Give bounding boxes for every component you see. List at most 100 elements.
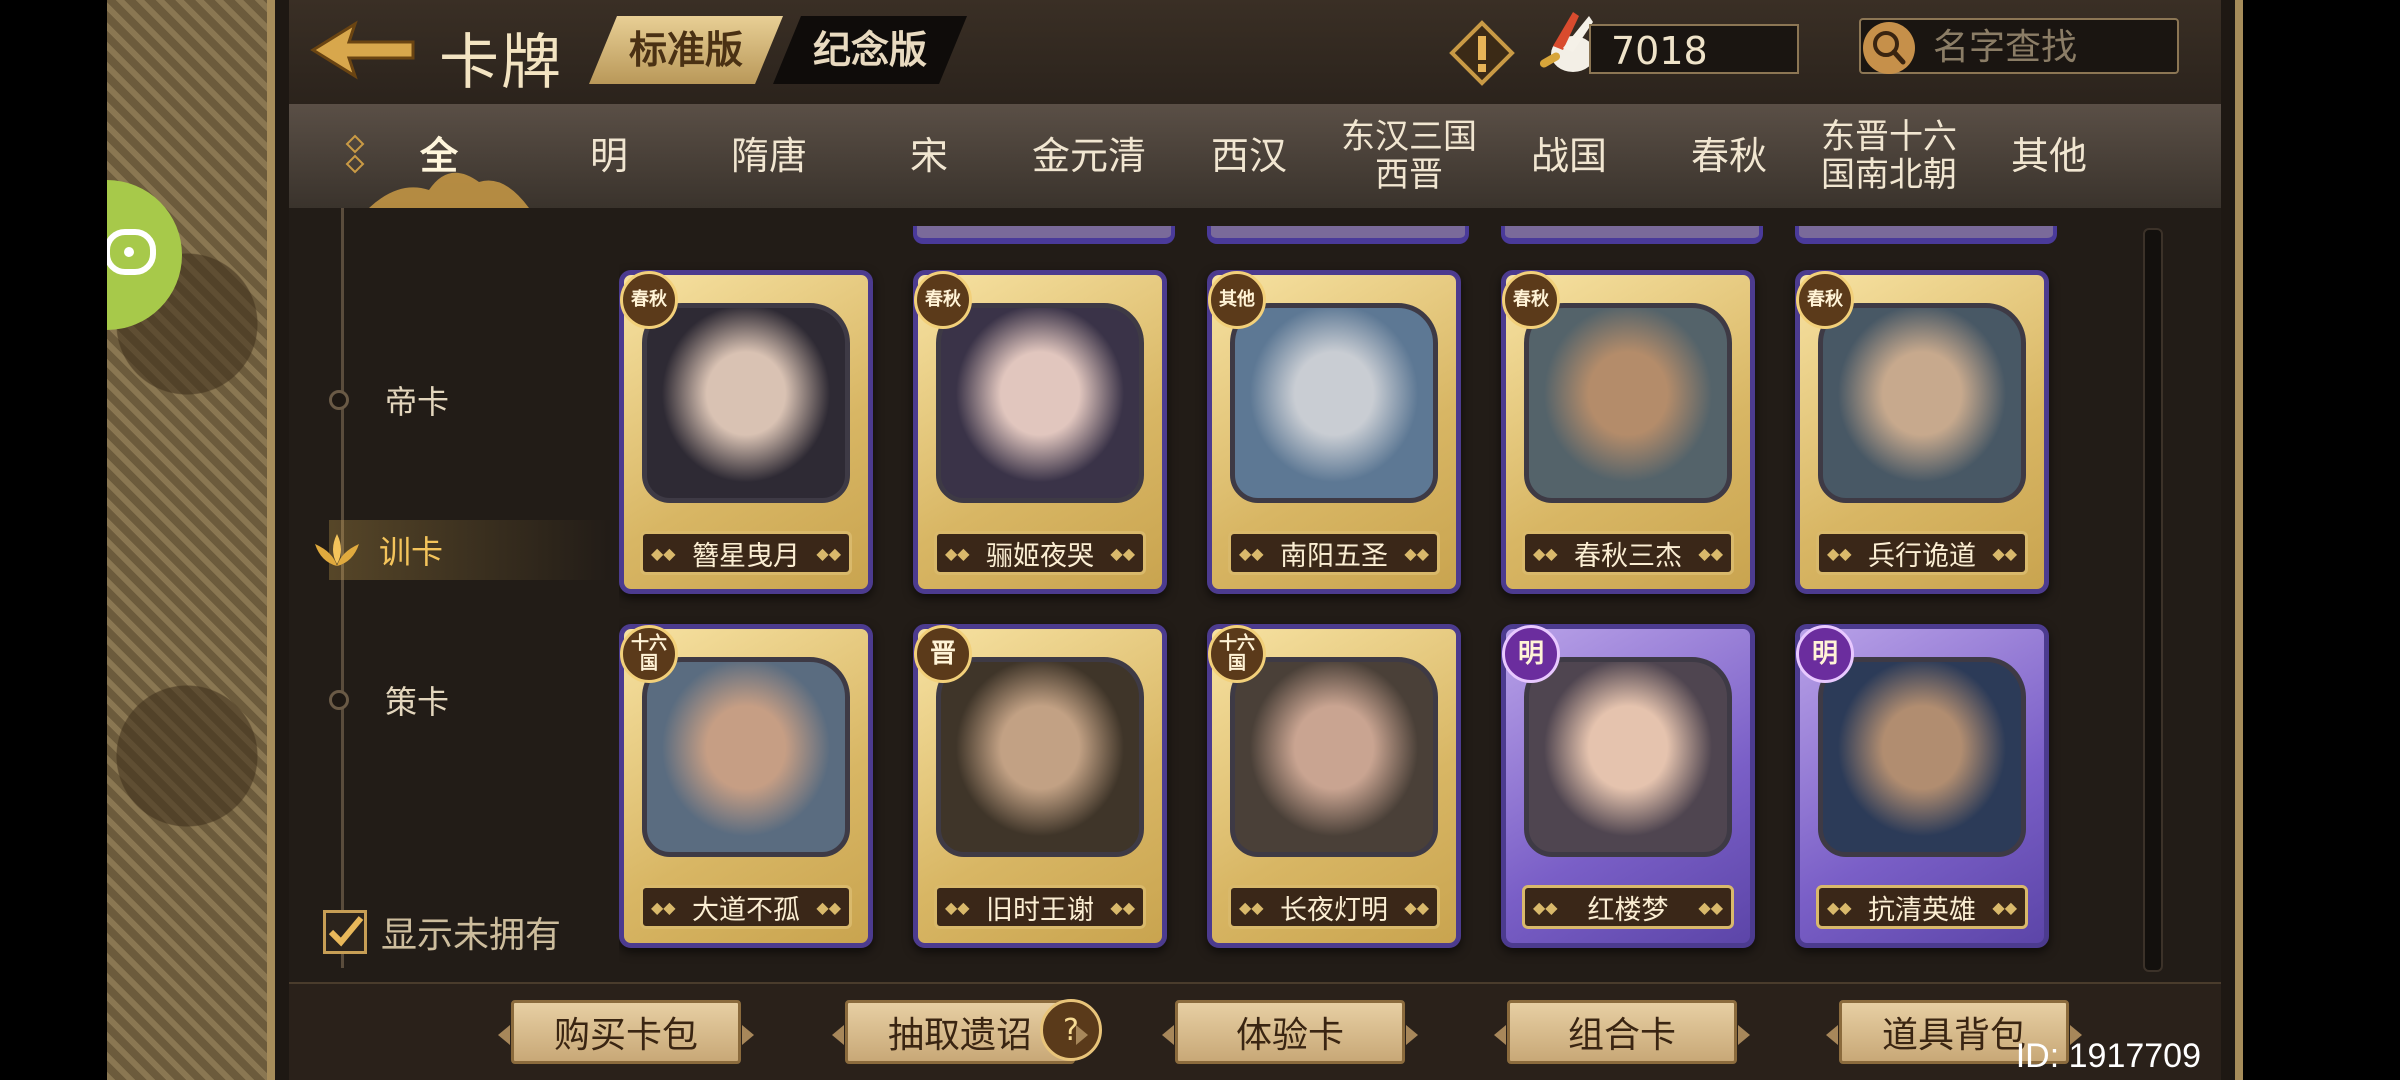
card-portrait bbox=[1524, 303, 1732, 503]
show-unowned-label: 显示未拥有 bbox=[381, 915, 562, 956]
rail-dot bbox=[329, 690, 349, 710]
card-partial[interactable] bbox=[913, 226, 1175, 244]
back-arrow-icon[interactable] bbox=[309, 18, 419, 82]
exclamation-icon[interactable] bbox=[1449, 20, 1515, 86]
checkmark-icon bbox=[328, 916, 364, 947]
card-item[interactable]: 十六国 ◆◆ 长夜灯明 ◆◆ bbox=[1207, 624, 1461, 948]
trial-card-button[interactable]: 体验卡 bbox=[1162, 1000, 1418, 1064]
card-name: 南阳五圣 bbox=[1280, 540, 1388, 572]
card-era-badge: 春秋 bbox=[1796, 271, 1854, 329]
top-bar: 卡牌 标准版 纪念版 7018 bbox=[289, 0, 2221, 104]
card-portrait bbox=[936, 657, 1144, 857]
card-portrait bbox=[936, 303, 1144, 503]
card-name-bar: ◆◆ 红楼梦 ◆◆ bbox=[1522, 885, 1734, 929]
card-name-bar: ◆◆ 簪星曳月 ◆◆ bbox=[640, 531, 852, 575]
card-item[interactable]: 春秋 ◆◆ 春秋三杰 ◆◆ bbox=[1501, 270, 1755, 594]
edict-scroll-icon: ? bbox=[1040, 999, 1102, 1061]
card-name: 旧时王谢 bbox=[986, 894, 1094, 926]
floating-gamepad-button[interactable] bbox=[107, 180, 182, 330]
ornament-icon: ◆◆ bbox=[1110, 898, 1135, 917]
card-name: 红楼梦 bbox=[1587, 894, 1669, 926]
version-tabs: 标准版 纪念版 bbox=[589, 16, 967, 84]
card-item[interactable]: 晋 ◆◆ 旧时王谢 ◆◆ bbox=[913, 624, 1167, 948]
rail-dot bbox=[329, 390, 349, 410]
card-collection-window: 卡牌 标准版 纪念版 7018 名字查找 全 明 隋唐 宋 金元清 西汉 东汉三… bbox=[267, 0, 2243, 1080]
currency-counter: 7018 bbox=[1589, 24, 1799, 74]
era-tab-jinyuanqing[interactable]: 金元清 bbox=[1019, 104, 1159, 208]
era-tab-ming[interactable]: 明 bbox=[539, 104, 679, 208]
card-name-bar: ◆◆ 骊姬夜哭 ◆◆ bbox=[934, 531, 1146, 575]
card-portrait bbox=[642, 657, 850, 857]
ornament-icon: ◆◆ bbox=[1404, 544, 1429, 563]
search-icon[interactable] bbox=[1861, 20, 1917, 76]
left-ornament-panel bbox=[107, 0, 267, 1080]
ornament-icon: ◆◆ bbox=[1533, 544, 1558, 563]
card-name: 抗清英雄 bbox=[1868, 894, 1976, 926]
era-tab-suitang[interactable]: 隋唐 bbox=[699, 104, 839, 208]
card-item[interactable]: 其他 ◆◆ 南阳五圣 ◆◆ bbox=[1207, 270, 1461, 594]
ornament-icon: ◆◆ bbox=[816, 544, 841, 563]
card-name-bar: ◆◆ 大道不孤 ◆◆ bbox=[640, 885, 852, 929]
tab-commemorative-edition[interactable]: 纪念版 bbox=[773, 16, 967, 84]
card-item[interactable]: 十六国 ◆◆ 大道不孤 ◆◆ bbox=[619, 624, 873, 948]
lotus-icon bbox=[315, 534, 359, 566]
ornament-icon: ◆◆ bbox=[651, 544, 676, 563]
era-tab-chunqiu[interactable]: 春秋 bbox=[1659, 104, 1799, 208]
card-name: 簪星曳月 bbox=[692, 540, 800, 572]
card-item[interactable]: 春秋 ◆◆ 簪星曳月 ◆◆ bbox=[619, 270, 873, 594]
category-emperor-cards[interactable]: 帝卡 bbox=[329, 370, 609, 430]
era-tab-donghan-sanguo-xijin[interactable]: 东汉三国 西晋 bbox=[1329, 104, 1489, 208]
card-portrait bbox=[1230, 303, 1438, 503]
bottom-action-bar: 购买卡包 抽取遗诏 ? 体验卡 组合卡 道具背包 ID: 1917709 bbox=[289, 982, 2221, 1080]
ornament-icon: ◆◆ bbox=[945, 544, 970, 563]
card-partial[interactable] bbox=[1501, 226, 1763, 244]
era-tab-zhanguo[interactable]: 战国 bbox=[1499, 104, 1639, 208]
card-partial[interactable] bbox=[1795, 226, 2057, 244]
card-era-badge: 晋 bbox=[914, 625, 972, 683]
card-name-bar: ◆◆ 抗清英雄 ◆◆ bbox=[1816, 885, 2028, 929]
ornament-icon: ◆◆ bbox=[816, 898, 841, 917]
ornament-icon: ◆◆ bbox=[1827, 898, 1852, 917]
card-era-badge: 明 bbox=[1796, 625, 1854, 683]
card-item[interactable]: 春秋 ◆◆ 骊姬夜哭 ◆◆ bbox=[913, 270, 1167, 594]
card-portrait bbox=[1818, 657, 2026, 857]
card-name-bar: ◆◆ 长夜灯明 ◆◆ bbox=[1228, 885, 1440, 929]
search-input[interactable] bbox=[1931, 26, 2165, 68]
card-name: 兵行诡道 bbox=[1868, 540, 1976, 572]
ornament-icon: ◆◆ bbox=[1533, 898, 1558, 917]
card-portrait bbox=[1818, 303, 2026, 503]
era-tab-xihan[interactable]: 西汉 bbox=[1179, 104, 1319, 208]
card-item[interactable]: 春秋 ◆◆ 兵行诡道 ◆◆ bbox=[1795, 270, 2049, 594]
card-grid: 春秋 ◆◆ 簪星曳月 ◆◆ 春秋 ◆◆ 骊姬夜哭 ◆◆ 其他 ◆◆ 南阳五圣 ◆◆ 春秋 ◆◆ 春秋三杰 ◆◆… bbox=[619, 226, 2079, 966]
card-era-badge: 春秋 bbox=[620, 271, 678, 329]
category-rail-line bbox=[341, 208, 344, 968]
card-portrait bbox=[1524, 657, 1732, 857]
player-id: ID: 1917709 bbox=[2015, 1037, 2201, 1075]
combo-card-button[interactable]: 组合卡 bbox=[1494, 1000, 1750, 1064]
era-tab-song[interactable]: 宋 bbox=[859, 104, 999, 208]
card-item[interactable]: 明 ◆◆ 红楼梦 ◆◆ bbox=[1501, 624, 1755, 948]
card-era-badge: 明 bbox=[1502, 625, 1560, 683]
ornament-icon: ◆◆ bbox=[1992, 544, 2017, 563]
search-box bbox=[1859, 18, 2179, 74]
card-name-bar: ◆◆ 春秋三杰 ◆◆ bbox=[1522, 531, 1734, 575]
draw-edict-button[interactable]: 抽取遗诏 ? bbox=[832, 999, 1102, 1064]
era-tab-dongjin-nanbeichao[interactable]: 东晋十六 国南北朝 bbox=[1809, 104, 1969, 208]
ornament-icon: ◆◆ bbox=[945, 898, 970, 917]
tab-standard-edition[interactable]: 标准版 bbox=[589, 16, 783, 84]
buy-card-pack-button[interactable]: 购买卡包 bbox=[498, 1000, 754, 1064]
card-grid-scrollbar[interactable] bbox=[2143, 228, 2163, 972]
ornament-icon: ◆◆ bbox=[1404, 898, 1429, 917]
category-training-cards[interactable]: 训卡 bbox=[315, 520, 609, 580]
card-name-bar: ◆◆ 旧时王谢 ◆◆ bbox=[934, 885, 1146, 929]
era-tab-other[interactable]: 其他 bbox=[1979, 104, 2119, 208]
category-strategy-cards[interactable]: 策卡 bbox=[329, 670, 609, 730]
card-name: 长夜灯明 bbox=[1280, 894, 1388, 926]
era-tab-all[interactable]: 全 bbox=[359, 104, 519, 208]
card-partial[interactable] bbox=[1207, 226, 1469, 244]
card-portrait bbox=[642, 303, 850, 503]
card-item[interactable]: 明 ◆◆ 抗清英雄 ◆◆ bbox=[1795, 624, 2049, 948]
ornament-icon: ◆◆ bbox=[1110, 544, 1135, 563]
show-unowned-checkbox[interactable] bbox=[323, 910, 367, 954]
show-unowned-toggle[interactable]: 显示未拥有 bbox=[323, 906, 561, 958]
